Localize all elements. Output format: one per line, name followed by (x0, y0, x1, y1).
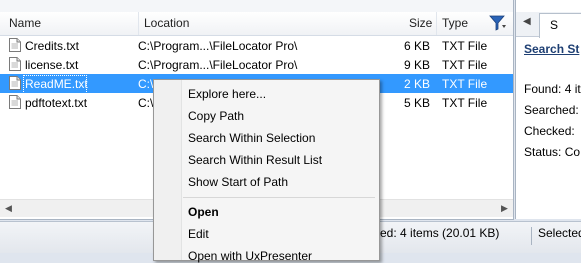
file-location: C:\ (138, 96, 154, 110)
column-header-size[interactable]: Size (409, 16, 432, 30)
context-menu: Explore here... Copy Path Search Within Se… (153, 79, 380, 263)
file-row[interactable]: Credits.txt C:\Program...\FileLocator Pro… (0, 36, 513, 55)
filter-icon[interactable] (487, 13, 509, 33)
file-location: C:\ (138, 77, 154, 91)
text-file-icon (9, 95, 21, 109)
file-name: license.txt (25, 58, 79, 72)
text-file-icon (9, 38, 21, 52)
stats-found: Found: 4 it (524, 82, 581, 96)
focus-rectangle (23, 75, 87, 94)
file-location: C:\Program...\FileLocator Pro\ (138, 58, 298, 72)
status-items: ed: 4 items (20.01 KB) (380, 226, 500, 240)
file-type: TXT File (442, 77, 488, 91)
scroll-left-icon[interactable]: ◀ (0, 200, 17, 217)
file-size: 5 KB (403, 96, 430, 110)
file-size: 9 KB (403, 58, 430, 72)
menu-item[interactable]: Open with UxPresenter (188, 249, 312, 263)
file-size: 2 KB (403, 77, 430, 91)
stats-searched: Searched: (524, 103, 579, 117)
menu-item[interactable]: Show Start of Path (188, 175, 288, 189)
menu-item[interactable]: Copy Path (188, 109, 244, 123)
tab-scroll-left-icon[interactable]: ◀ (523, 16, 531, 27)
stats-heading: Search St (524, 42, 580, 56)
tab-label: S (550, 18, 559, 32)
scroll-right-icon[interactable]: ▶ (496, 200, 513, 217)
file-location: C:\Program...\FileLocator Pro\ (138, 39, 298, 53)
file-size: 6 KB (403, 39, 430, 53)
stats-checked: Checked: (524, 124, 575, 138)
file-type: TXT File (442, 39, 488, 53)
tab-search-stats[interactable]: S (539, 13, 581, 38)
file-type: TXT File (442, 58, 488, 72)
menu-item[interactable]: Open (188, 205, 219, 219)
menu-item[interactable]: Search Within Result List (188, 153, 322, 167)
text-file-icon (9, 76, 21, 90)
column-header-name[interactable]: Name (9, 16, 41, 30)
menu-item[interactable]: Explore here... (188, 87, 266, 101)
menu-item[interactable]: Edit (188, 227, 209, 241)
text-file-icon (9, 57, 21, 71)
file-row[interactable]: license.txt C:\Program...\FileLocator Pro… (0, 55, 513, 74)
file-name: pdftotext.txt (25, 96, 88, 110)
stats-status: Status: Co (524, 145, 581, 159)
status-selected: Selected (538, 226, 581, 240)
search-stats-panel: ◀ S Search St Found: 4 it Searched: Chec… (515, 0, 581, 219)
menu-icon-gutter (154, 80, 182, 260)
column-header-type[interactable]: Type (442, 16, 468, 30)
menu-separator (183, 197, 375, 198)
file-type: TXT File (442, 96, 488, 110)
file-name: Credits.txt (25, 39, 80, 53)
menu-item[interactable]: Search Within Selection (188, 131, 315, 145)
results-list-header: Name Location Size Type (0, 12, 513, 36)
column-header-location[interactable]: Location (144, 16, 189, 30)
